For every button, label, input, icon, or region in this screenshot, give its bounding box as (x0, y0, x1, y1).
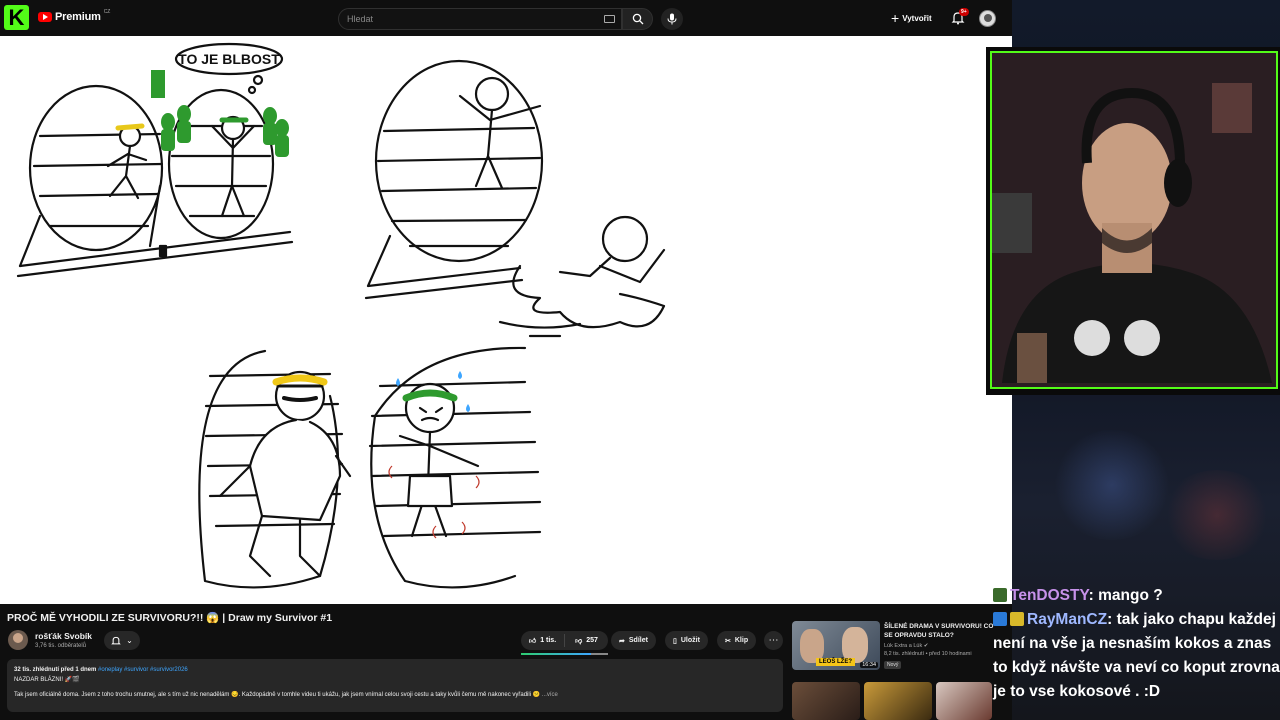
more-actions-button[interactable]: ⋯ (764, 631, 783, 650)
description-box[interactable]: 32 tis. zhlédnutí před 1 dnem #oneplay #… (7, 659, 783, 712)
create-button[interactable]: + Vytvořit (891, 9, 932, 27)
thumb-down-icon: 👎︎ (575, 638, 583, 645)
youtube-logo[interactable]: Premium CZ (38, 9, 111, 23)
youtube-play-icon (38, 12, 52, 22)
subscriber-count: 3,76 tis. odběratelů (35, 643, 87, 649)
search-button[interactable] (622, 8, 653, 30)
plus-icon: + (891, 10, 900, 26)
region-code: CZ (103, 9, 111, 15)
clip-label: Klip (734, 637, 749, 644)
recommended-meta: 8,2 tis. zhlédnutí • před 10 hodinami (884, 651, 972, 657)
search-input[interactable] (347, 14, 587, 24)
like-count: 1 tis. (540, 637, 557, 644)
recommended-channel: Lúk Extra a Lúk ✔ (884, 643, 929, 649)
share-label: Sdílet (628, 637, 648, 644)
scissors-icon: ✂ (725, 637, 731, 645)
keyboard-icon[interactable] (604, 15, 615, 23)
dislike-button[interactable]: 👎︎ 257 (565, 636, 608, 645)
bookmark-icon: ▯ (673, 637, 677, 645)
chat-message: RayManCZ: tak jako chapu každej není na … (990, 608, 1280, 704)
create-label: Vytvořit (902, 13, 932, 23)
voice-search-button[interactable] (661, 8, 683, 30)
webcam-person (992, 53, 1276, 387)
like-ratio-bar (521, 653, 608, 655)
kick-logo: K (4, 5, 29, 30)
mic-icon (667, 13, 677, 25)
video-duration: 16:34 (860, 662, 878, 668)
search-icon (632, 13, 643, 25)
chat-username: RayManCZ (1027, 611, 1108, 628)
thumb-up-icon: 👍︎ (528, 638, 537, 645)
chat-username: TenDOSTY (1010, 587, 1089, 604)
webcam-feed (990, 51, 1278, 389)
thumbnail-label: LEOŠ LŽE? (816, 658, 855, 666)
subscription-bell-button[interactable]: ⌄ (104, 631, 140, 650)
channel-avatar[interactable] (8, 630, 28, 650)
like-dislike-group: 👍︎ 1 tis. 👎︎ 257 (521, 631, 608, 650)
view-stats: 32 tis. zhlédnutí před 1 dnem (14, 667, 97, 673)
video-player[interactable]: TO JE BLBOST (0, 36, 1012, 604)
share-button[interactable]: ➦ Sdílet (611, 631, 656, 650)
video-title: PROČ MĚ VYHODILI ZE SURVIVORU?!! 😱 | Dra… (7, 612, 333, 624)
recommended-title[interactable]: ŠÍLENÉ DRAMA V SURVIVORU! CO SE OPRAVDU … (884, 622, 996, 640)
dislike-count: 257 (586, 637, 598, 644)
share-icon: ➦ (619, 637, 625, 645)
youtube-brand: Premium (55, 11, 101, 23)
top-bar: K Premium CZ + Vytvořit 9+ (0, 0, 1012, 36)
notification-badge: 9+ (959, 8, 969, 16)
new-badge: Nový (884, 661, 902, 669)
badge-icon (993, 588, 1007, 602)
search-box (338, 8, 622, 30)
chat-text: : mango ? (1088, 587, 1163, 604)
recommended-video[interactable]: LEOŠ LŽE? 16:34 ŠÍLENÉ DRAMA V SURVIVORU… (792, 621, 993, 673)
recommended-thumbnail[interactable] (864, 682, 932, 720)
recommended-thumbnail[interactable] (792, 682, 860, 720)
badge-icon (993, 612, 1007, 626)
stream-chat: TenDOSTY: mango ? RayManCZ: tak jako cha… (990, 584, 1280, 704)
show-more-link[interactable]: ...více (540, 692, 558, 698)
recommended-thumbnails-row (792, 682, 992, 720)
description-text: Tak jsem oficiálně doma. Jsem z toho tro… (14, 692, 541, 698)
chat-message: TenDOSTY: mango ? (990, 584, 1280, 608)
channel-name[interactable]: rošťák Svobík (35, 631, 92, 641)
clip-button[interactable]: ✂ Klip (717, 631, 757, 650)
description-line: NAZDAR BLÁZNI! 🚀🎬 (14, 677, 80, 683)
hashtags[interactable]: #oneplay #survivor #survivor2026 (98, 667, 188, 673)
like-ratio-fill (521, 653, 591, 655)
save-button[interactable]: ▯ Uložit (665, 631, 708, 650)
like-button[interactable]: 👍︎ 1 tis. (521, 634, 565, 647)
chevron-down-icon: ⌄ (126, 636, 133, 645)
bell-icon (111, 636, 121, 644)
recommended-thumbnail[interactable] (936, 682, 992, 720)
account-avatar[interactable] (979, 10, 996, 27)
youtube-window: K Premium CZ + Vytvořit 9+ (0, 0, 1012, 720)
save-label: Uložit (680, 637, 700, 644)
recommended-thumbnail[interactable]: LEOŠ LŽE? 16:34 (792, 621, 880, 670)
speech-bubble-text: TO JE BLBOST (178, 51, 280, 67)
badge-icon (1010, 612, 1024, 626)
video-frame-drawing: TO JE BLBOST (16, 42, 666, 589)
